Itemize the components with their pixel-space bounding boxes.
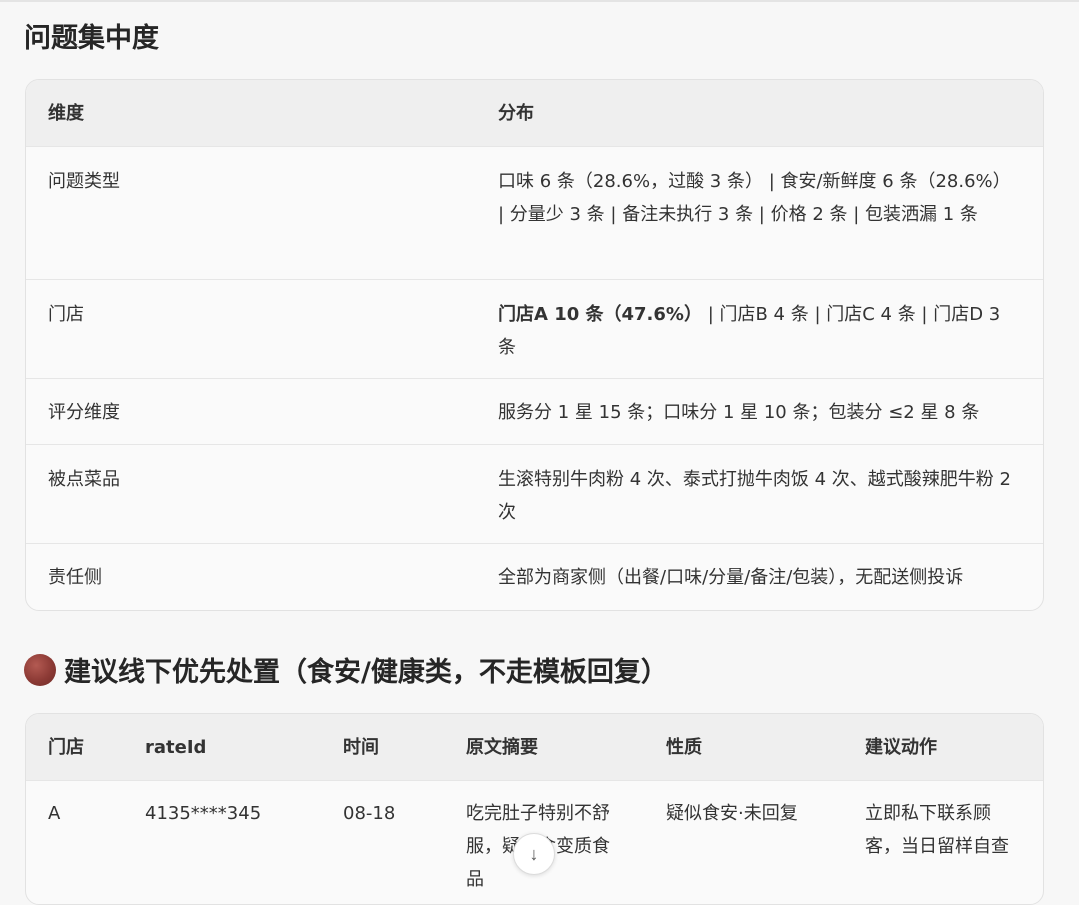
table-row: 门店 门店A 10 条（47.6%） | 门店B 4 条 | 门店C 4 条 |… bbox=[26, 280, 1043, 379]
header-action: 建议动作 bbox=[865, 736, 937, 758]
row-distribution: 生滚特别牛肉粉 4 次、泰式打抛牛肉饭 4 次、越式酸辣肥牛粉 2 次 bbox=[498, 469, 1011, 523]
table-header: 维度 分布 bbox=[26, 80, 1043, 147]
row-distribution: 全部为商家侧（出餐/口味/分量/备注/包装），无配送侧投诉 bbox=[498, 567, 964, 588]
cell-store: A bbox=[48, 803, 61, 824]
header-store: 门店 bbox=[48, 736, 84, 758]
header-time: 时间 bbox=[343, 736, 379, 758]
row-dimension: 问题类型 bbox=[48, 171, 120, 192]
table-header: 门店 rateId 时间 原文摘要 性质 建议动作 bbox=[26, 714, 1043, 781]
top-divider bbox=[0, 0, 1079, 2]
table-row: 被点菜品 生滚特别牛肉粉 4 次、泰式打抛牛肉饭 4 次、越式酸辣肥牛粉 2 次 bbox=[26, 445, 1043, 544]
header-dimension: 维度 bbox=[48, 102, 84, 124]
row-distribution: 服务分 1 星 15 条；口味分 1 星 10 条；包装分 ≤2 星 8 条 bbox=[498, 402, 980, 423]
section-title-offline-priority: 建议线下优先处置（食安/健康类，不走模板回复） bbox=[24, 650, 668, 689]
scroll-down-button[interactable]: ↓ bbox=[513, 833, 555, 875]
row-distribution: 门店A 10 条（47.6%） | 门店B 4 条 | 门店C 4 条 | 门店… bbox=[476, 298, 1043, 378]
concentration-table: 维度 分布 问题类型 口味 6 条（28.6%，过酸 3 条） | 食安/新鲜度… bbox=[25, 79, 1044, 611]
red-circle-icon bbox=[24, 653, 56, 686]
cell-time: 08-18 bbox=[343, 803, 396, 824]
header-summary: 原文摘要 bbox=[466, 736, 538, 758]
cell-nature: 疑似食安·未回复 bbox=[666, 803, 798, 824]
row-distribution: 口味 6 条（28.6%，过酸 3 条） | 食安/新鲜度 6 条（28.6%）… bbox=[498, 171, 1011, 225]
cell-action: 立即私下联系顾客，当日留样自查 bbox=[865, 803, 1009, 857]
table-row: 评分维度 服务分 1 星 15 条；口味分 1 星 10 条；包装分 ≤2 星 … bbox=[26, 379, 1043, 445]
store-a-highlight: 门店A 10 条（47.6%） bbox=[498, 304, 702, 325]
row-dimension: 评分维度 bbox=[48, 402, 120, 423]
table-row: 问题类型 口味 6 条（28.6%，过酸 3 条） | 食安/新鲜度 6 条（2… bbox=[26, 147, 1043, 280]
section-title-text: 建议线下优先处置（食安/健康类，不走模板回复） bbox=[64, 657, 668, 688]
cell-rateid: 4135****345 bbox=[145, 803, 262, 824]
offline-priority-table: 门店 rateId 时间 原文摘要 性质 建议动作 A 4135****345 … bbox=[25, 713, 1044, 905]
header-distribution: 分布 bbox=[498, 102, 534, 124]
row-dimension: 被点菜品 bbox=[48, 469, 120, 490]
arrow-down-icon: ↓ bbox=[529, 843, 539, 864]
section-title-concentration: 问题集中度 bbox=[24, 23, 159, 54]
header-nature: 性质 bbox=[666, 736, 702, 758]
header-rateid: rateId bbox=[145, 736, 207, 758]
row-dimension: 责任侧 bbox=[48, 567, 102, 588]
row-dimension: 门店 bbox=[48, 304, 84, 325]
table-row: 责任侧 全部为商家侧（出餐/口味/分量/备注/包装），无配送侧投诉 bbox=[26, 544, 1043, 610]
